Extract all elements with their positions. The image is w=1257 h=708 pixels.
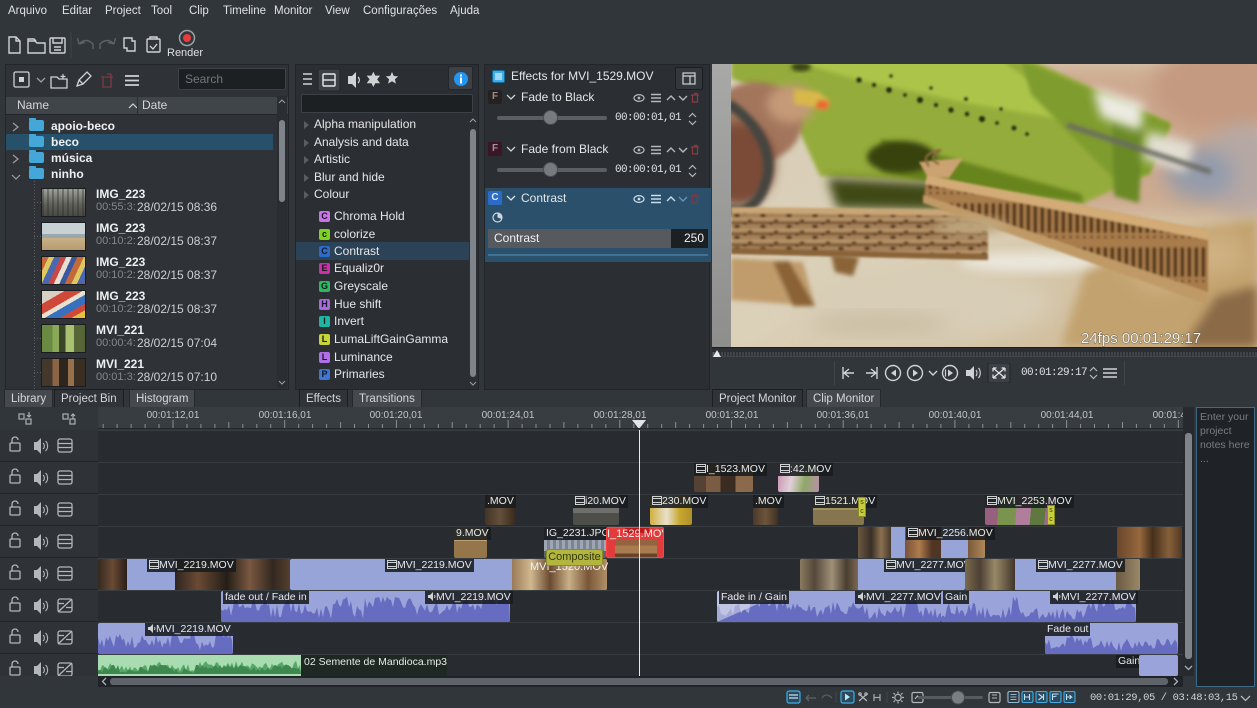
svg-text:24fps 00:01:29:17: 24fps 00:01:29:17	[1081, 330, 1201, 347]
